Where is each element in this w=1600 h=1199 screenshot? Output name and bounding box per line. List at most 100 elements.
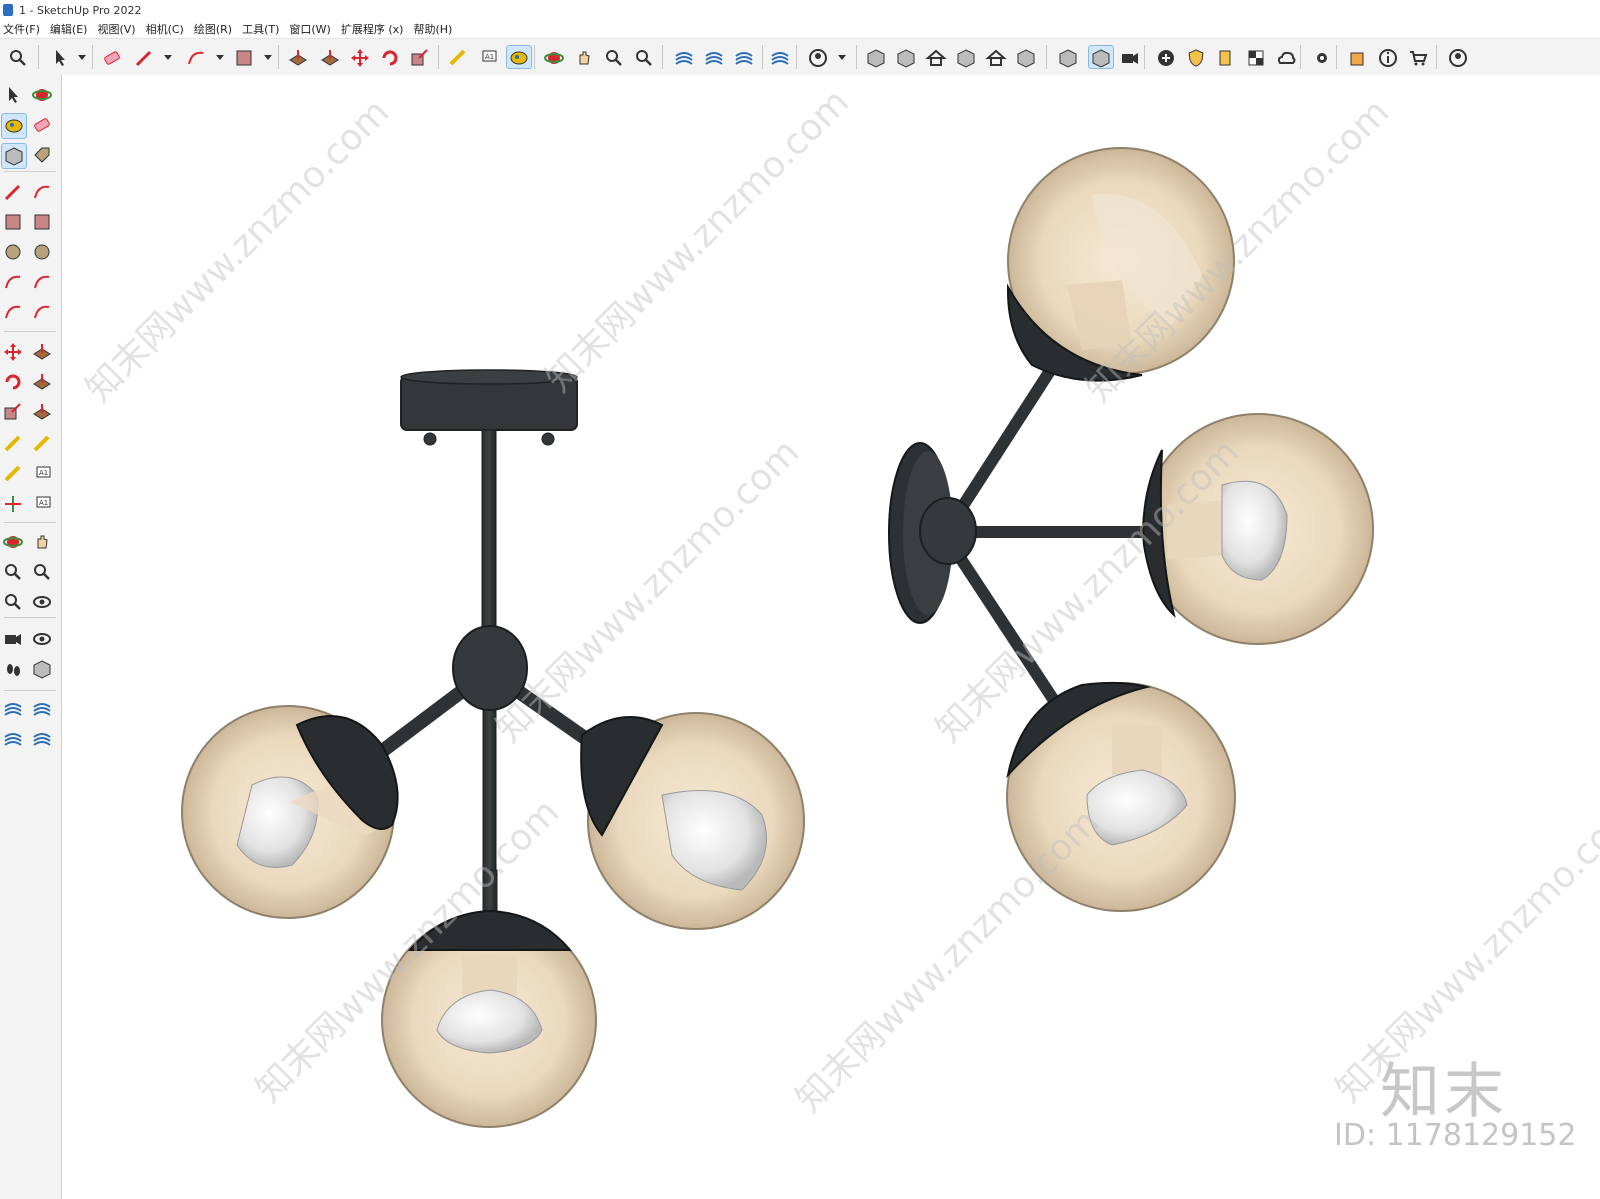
rectangle-icon[interactable] — [1, 210, 25, 234]
dropdown-icon[interactable] — [208, 46, 224, 68]
walk-icon[interactable] — [1, 657, 25, 681]
pencil-icon[interactable] — [132, 46, 156, 68]
home-icon[interactable] — [924, 46, 948, 68]
cart-icon[interactable] — [1406, 46, 1430, 68]
menu-camera[interactable]: 相机(C) — [146, 21, 184, 37]
protractor-icon[interactable] — [1, 462, 25, 486]
menu-file[interactable]: 文件(F) — [3, 21, 40, 37]
menu-window[interactable]: 窗口(W) — [289, 21, 330, 37]
rotate-icon[interactable] — [1, 370, 25, 394]
add-icon[interactable] — [1154, 46, 1178, 68]
model-viewport[interactable]: 知末网www.znzmo.com 知末网www.znzmo.com 知末网www… — [62, 75, 1600, 1199]
solid-icon[interactable] — [1056, 46, 1080, 68]
rotate-icon[interactable] — [378, 46, 402, 68]
pie-icon[interactable] — [1, 300, 25, 324]
scale-icon[interactable] — [1, 400, 25, 424]
3dtext-icon[interactable]: A1 — [30, 492, 54, 516]
orbit-icon[interactable] — [542, 46, 566, 68]
eraser-icon[interactable] — [30, 113, 54, 137]
component-icon[interactable] — [1088, 45, 1114, 69]
shield-icon[interactable] — [1184, 46, 1208, 68]
axes-icon[interactable] — [1, 492, 25, 516]
tape-icon[interactable] — [1, 432, 25, 456]
move-icon[interactable] — [1, 340, 25, 364]
sandbox-icon[interactable] — [768, 46, 792, 68]
section-icon[interactable] — [954, 46, 978, 68]
followme-icon[interactable] — [318, 46, 342, 68]
dropdown-icon[interactable] — [830, 46, 846, 68]
camera-icon[interactable] — [1118, 46, 1142, 68]
profile-icon[interactable] — [1446, 46, 1470, 68]
layers-icon[interactable] — [1, 727, 25, 751]
select-icon[interactable] — [1, 83, 25, 107]
rotated-rect-icon[interactable] — [30, 210, 54, 234]
sandbox-icon[interactable] — [30, 727, 54, 751]
front-view-icon[interactable] — [894, 46, 918, 68]
text-icon[interactable]: A1 — [30, 462, 54, 486]
scale-icon[interactable] — [408, 46, 432, 68]
pencil-icon[interactable] — [1, 180, 25, 204]
checker-icon[interactable] — [1244, 46, 1268, 68]
rectangle-icon[interactable] — [232, 46, 256, 68]
arc-icon[interactable] — [1, 270, 25, 294]
search-icon[interactable] — [6, 46, 30, 68]
layers-icon[interactable] — [732, 46, 756, 68]
circle-icon[interactable] — [1, 240, 25, 264]
warehouse-icon[interactable] — [672, 46, 696, 68]
zoom-window-icon[interactable] — [30, 560, 54, 584]
pushpull-icon[interactable] — [286, 46, 310, 68]
followme-icon[interactable] — [30, 370, 54, 394]
extension-icon[interactable] — [30, 697, 54, 721]
arc2-icon[interactable] — [30, 270, 54, 294]
paint-icon[interactable] — [506, 45, 532, 69]
menu-tools[interactable]: 工具(T) — [242, 21, 279, 37]
section-plane-icon[interactable] — [30, 657, 54, 681]
gear-icon[interactable] — [1310, 46, 1334, 68]
zoom-extents-icon[interactable] — [632, 46, 656, 68]
zoom-icon[interactable] — [602, 46, 626, 68]
dropdown-icon[interactable] — [156, 46, 172, 68]
eraser-icon[interactable] — [100, 46, 124, 68]
component-icon[interactable] — [1, 143, 27, 169]
offset-icon[interactable] — [30, 400, 54, 424]
pan-icon[interactable] — [572, 46, 596, 68]
polygon-icon[interactable] — [30, 240, 54, 264]
info-icon[interactable] — [1376, 46, 1400, 68]
pan-icon[interactable] — [30, 530, 54, 554]
window-icon[interactable] — [1346, 46, 1370, 68]
zoom-extents-icon[interactable] — [1, 590, 25, 614]
account-icon[interactable] — [806, 46, 830, 68]
orbit2-icon[interactable] — [1, 530, 25, 554]
cloud-icon[interactable] — [1274, 46, 1298, 68]
menu-extensions[interactable]: 扩展程序 (x) — [341, 21, 404, 37]
tape-icon[interactable] — [446, 46, 470, 68]
tag-icon[interactable] — [30, 143, 54, 167]
move-icon[interactable] — [348, 46, 372, 68]
dimension-icon[interactable] — [30, 432, 54, 456]
menu-help[interactable]: 帮助(H) — [413, 21, 452, 37]
stack-icon[interactable] — [1214, 46, 1238, 68]
text-icon[interactable]: A1 — [476, 46, 500, 68]
freehand-icon[interactable] — [30, 180, 54, 204]
position-camera-icon[interactable] — [1, 627, 25, 651]
arc-icon[interactable] — [184, 46, 208, 68]
dropdown-icon[interactable] — [70, 46, 86, 68]
orbit-icon[interactable] — [30, 83, 54, 107]
iso-view-icon[interactable] — [864, 46, 888, 68]
extension-icon[interactable] — [702, 46, 726, 68]
lookaround-icon[interactable] — [30, 627, 54, 651]
house-icon[interactable] — [984, 46, 1008, 68]
box-icon[interactable] — [1014, 46, 1038, 68]
warehouse-icon[interactable] — [1, 697, 25, 721]
select-icon[interactable] — [48, 46, 72, 68]
zoom-icon[interactable] — [1, 560, 25, 584]
dropdown-icon[interactable] — [256, 46, 272, 68]
ceiling-lamp-model[interactable] — [181, 369, 805, 1128]
menu-draw[interactable]: 绘图(R) — [194, 21, 232, 37]
paint-icon[interactable] — [1, 113, 27, 139]
menu-edit[interactable]: 编辑(E) — [50, 21, 88, 37]
pushpull-icon[interactable] — [30, 340, 54, 364]
previous-icon[interactable] — [30, 590, 54, 614]
arc3-icon[interactable] — [30, 300, 54, 324]
menu-view[interactable]: 视图(V) — [97, 21, 135, 37]
